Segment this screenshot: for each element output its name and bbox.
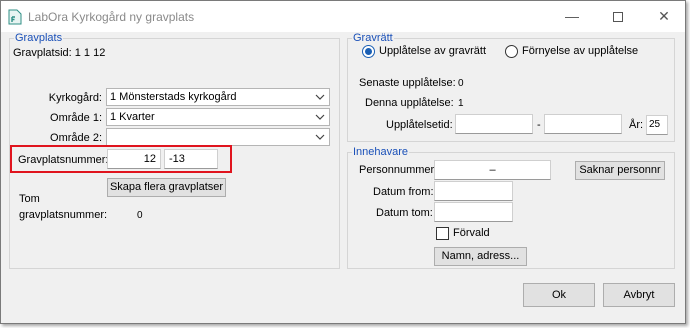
ar-input[interactable]: 25 <box>646 115 668 135</box>
gravratt-group: Gravrätt Upplåtelse av gravrätt Förnyels… <box>347 32 675 142</box>
radio-fornyelse-label[interactable]: Förnyelse av upplåtelse <box>522 45 638 57</box>
tom-gravplatsnummer-label: gravplatsnummer: <box>19 209 108 221</box>
chevron-down-icon <box>315 94 325 100</box>
chevron-down-icon <box>315 114 325 120</box>
omrade1-select[interactable]: 1 Kvarter <box>106 108 330 126</box>
skapa-flera-gravplatser-button[interactable]: Skapa flera gravplatser <box>107 178 226 197</box>
window-title: LabOra Kyrkogård ny gravplats <box>28 10 195 24</box>
gravplats-group-title: Gravplats <box>14 32 64 44</box>
personnummer-input[interactable]: – <box>434 160 551 180</box>
maximize-button[interactable] <box>595 1 641 32</box>
radio-fornyelse[interactable] <box>505 45 518 58</box>
radio-selected-dot <box>365 48 372 55</box>
forvald-label[interactable]: Förvald <box>453 227 490 239</box>
omrade2-select[interactable] <box>106 128 330 146</box>
innehavare-group-title: Innehavare <box>352 146 410 158</box>
upplatelsetid-label: Upplåtelsetid: <box>386 119 453 131</box>
tom-gravplatsnummer-value: 0 <box>137 210 143 221</box>
denna-upplatelse-value: 1 <box>458 98 464 109</box>
omrade1-label: Område 1: <box>50 112 102 124</box>
close-button[interactable]: ✕ <box>641 1 687 32</box>
senaste-upplatelse-value: 0 <box>458 78 464 89</box>
kyrkogard-label: Kyrkogård: <box>48 92 102 104</box>
minimize-button[interactable]: — <box>549 1 595 32</box>
gravratt-group-title: Gravrätt <box>352 32 394 44</box>
ok-button[interactable]: Ok <box>523 283 595 307</box>
saknar-personnr-button[interactable]: Saknar personnr <box>575 161 665 180</box>
radio-upplatelse-label[interactable]: Upplåtelse av gravrätt <box>379 45 486 57</box>
denna-upplatelse-label: Denna upplåtelse: <box>365 97 454 109</box>
document-icon <box>8 9 22 25</box>
kyrkogard-selected: 1 Mönsterstads kyrkogård <box>110 91 237 103</box>
close-icon: ✕ <box>658 8 670 24</box>
datum-tom-label: Datum tom: <box>376 207 433 219</box>
datum-from-label: Datum from: <box>373 186 434 198</box>
namn-adress-button[interactable]: Namn, adress... <box>434 247 527 266</box>
innehavare-group: Innehavare Personnummer: – Saknar person… <box>347 146 675 269</box>
gravplatsnummer-highlight <box>10 145 232 173</box>
upplatelsetid-to-input[interactable] <box>544 114 622 134</box>
upplatelsetid-dash: - <box>537 119 541 131</box>
forvald-checkbox[interactable] <box>436 227 449 240</box>
datum-tom-input[interactable] <box>434 202 513 222</box>
personnummer-label: Personnummer: <box>359 164 438 176</box>
minimize-icon: — <box>565 8 579 24</box>
chevron-down-icon <box>315 134 325 140</box>
tom-label: Tom <box>19 193 40 205</box>
upplatelsetid-from-input[interactable] <box>455 114 533 134</box>
kyrkogard-select[interactable]: 1 Mönsterstads kyrkogård <box>106 88 330 106</box>
omrade2-label: Område 2: <box>50 132 102 144</box>
maximize-icon <box>613 12 623 23</box>
ar-label: År: <box>629 119 644 131</box>
dialog-window: LabOra Kyrkogård ny gravplats — ✕ Gravpl… <box>0 0 686 324</box>
title-bar: LabOra Kyrkogård ny gravplats — ✕ <box>1 1 685 32</box>
omrade1-selected: 1 Kvarter <box>110 111 155 123</box>
senaste-upplatelse-label: Senaste upplåtelse: <box>359 77 456 89</box>
avbryt-button[interactable]: Avbryt <box>603 283 675 307</box>
radio-upplatelse[interactable] <box>362 45 375 58</box>
gravplatsid-label: Gravplatsid: 1 1 12 <box>13 47 106 59</box>
datum-from-input[interactable] <box>434 181 513 201</box>
